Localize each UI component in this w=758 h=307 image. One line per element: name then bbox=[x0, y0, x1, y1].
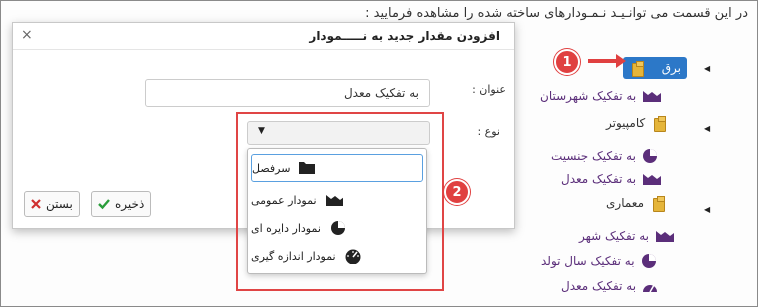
area-chart-icon bbox=[643, 174, 662, 185]
tree-item[interactable]: کامپیوتر bbox=[606, 116, 667, 132]
folder-icon bbox=[650, 196, 666, 212]
tree-node-selected[interactable]: برق bbox=[623, 57, 687, 79]
tree-item[interactable]: به تفکیک شهرستان bbox=[540, 89, 662, 103]
tree-item[interactable]: به تفکیک جنسیت bbox=[551, 148, 658, 164]
caret-icon[interactable]: ◀ bbox=[704, 124, 710, 133]
tree-item[interactable]: معماری bbox=[606, 196, 666, 212]
check-icon bbox=[98, 199, 110, 210]
area-chart-icon bbox=[656, 231, 675, 242]
close-icon[interactable]: × bbox=[21, 27, 33, 43]
area-chart-icon bbox=[643, 91, 662, 102]
pie-chart-icon bbox=[641, 254, 656, 268]
folder-icon bbox=[651, 116, 667, 132]
caret-icon[interactable]: ◀ bbox=[704, 64, 710, 73]
title-label: عنوان : bbox=[472, 83, 506, 96]
pie-chart-icon bbox=[642, 149, 657, 163]
tree-item[interactable]: به تفکیک معدل bbox=[561, 172, 662, 186]
callout-badge-2: 2 bbox=[444, 179, 470, 205]
close-button[interactable]: بستن bbox=[24, 191, 80, 217]
save-button[interactable]: ذخیره bbox=[91, 191, 152, 217]
highlight-box bbox=[236, 112, 444, 291]
dialog-header: × افزودن مقدار جدید به نـــــمودار bbox=[13, 23, 514, 50]
tree-node-label: برق bbox=[661, 61, 681, 75]
gauge-chart-icon bbox=[643, 284, 658, 293]
callout-arrow bbox=[588, 54, 626, 68]
folder-icon bbox=[629, 61, 645, 77]
callout-badge-1: 1 bbox=[554, 49, 580, 75]
tree-item[interactable]: به تفکیک شهر bbox=[579, 229, 675, 243]
title-input[interactable]: به تفکیک معدل bbox=[145, 79, 430, 107]
caret-icon[interactable]: ◀ bbox=[704, 205, 710, 214]
intro-text: در این قسمت می توانـیـد نـمـودارهای ساخت… bbox=[365, 6, 748, 21]
dialog-title: افزودن مقدار جدید به نـــــمودار bbox=[309, 29, 500, 43]
tree-item[interactable]: به تفکیک معدل bbox=[561, 279, 658, 293]
x-icon bbox=[31, 199, 41, 209]
tree-item[interactable]: به تفکیک سال تولد bbox=[541, 253, 657, 269]
type-label: نوع : bbox=[477, 125, 500, 138]
